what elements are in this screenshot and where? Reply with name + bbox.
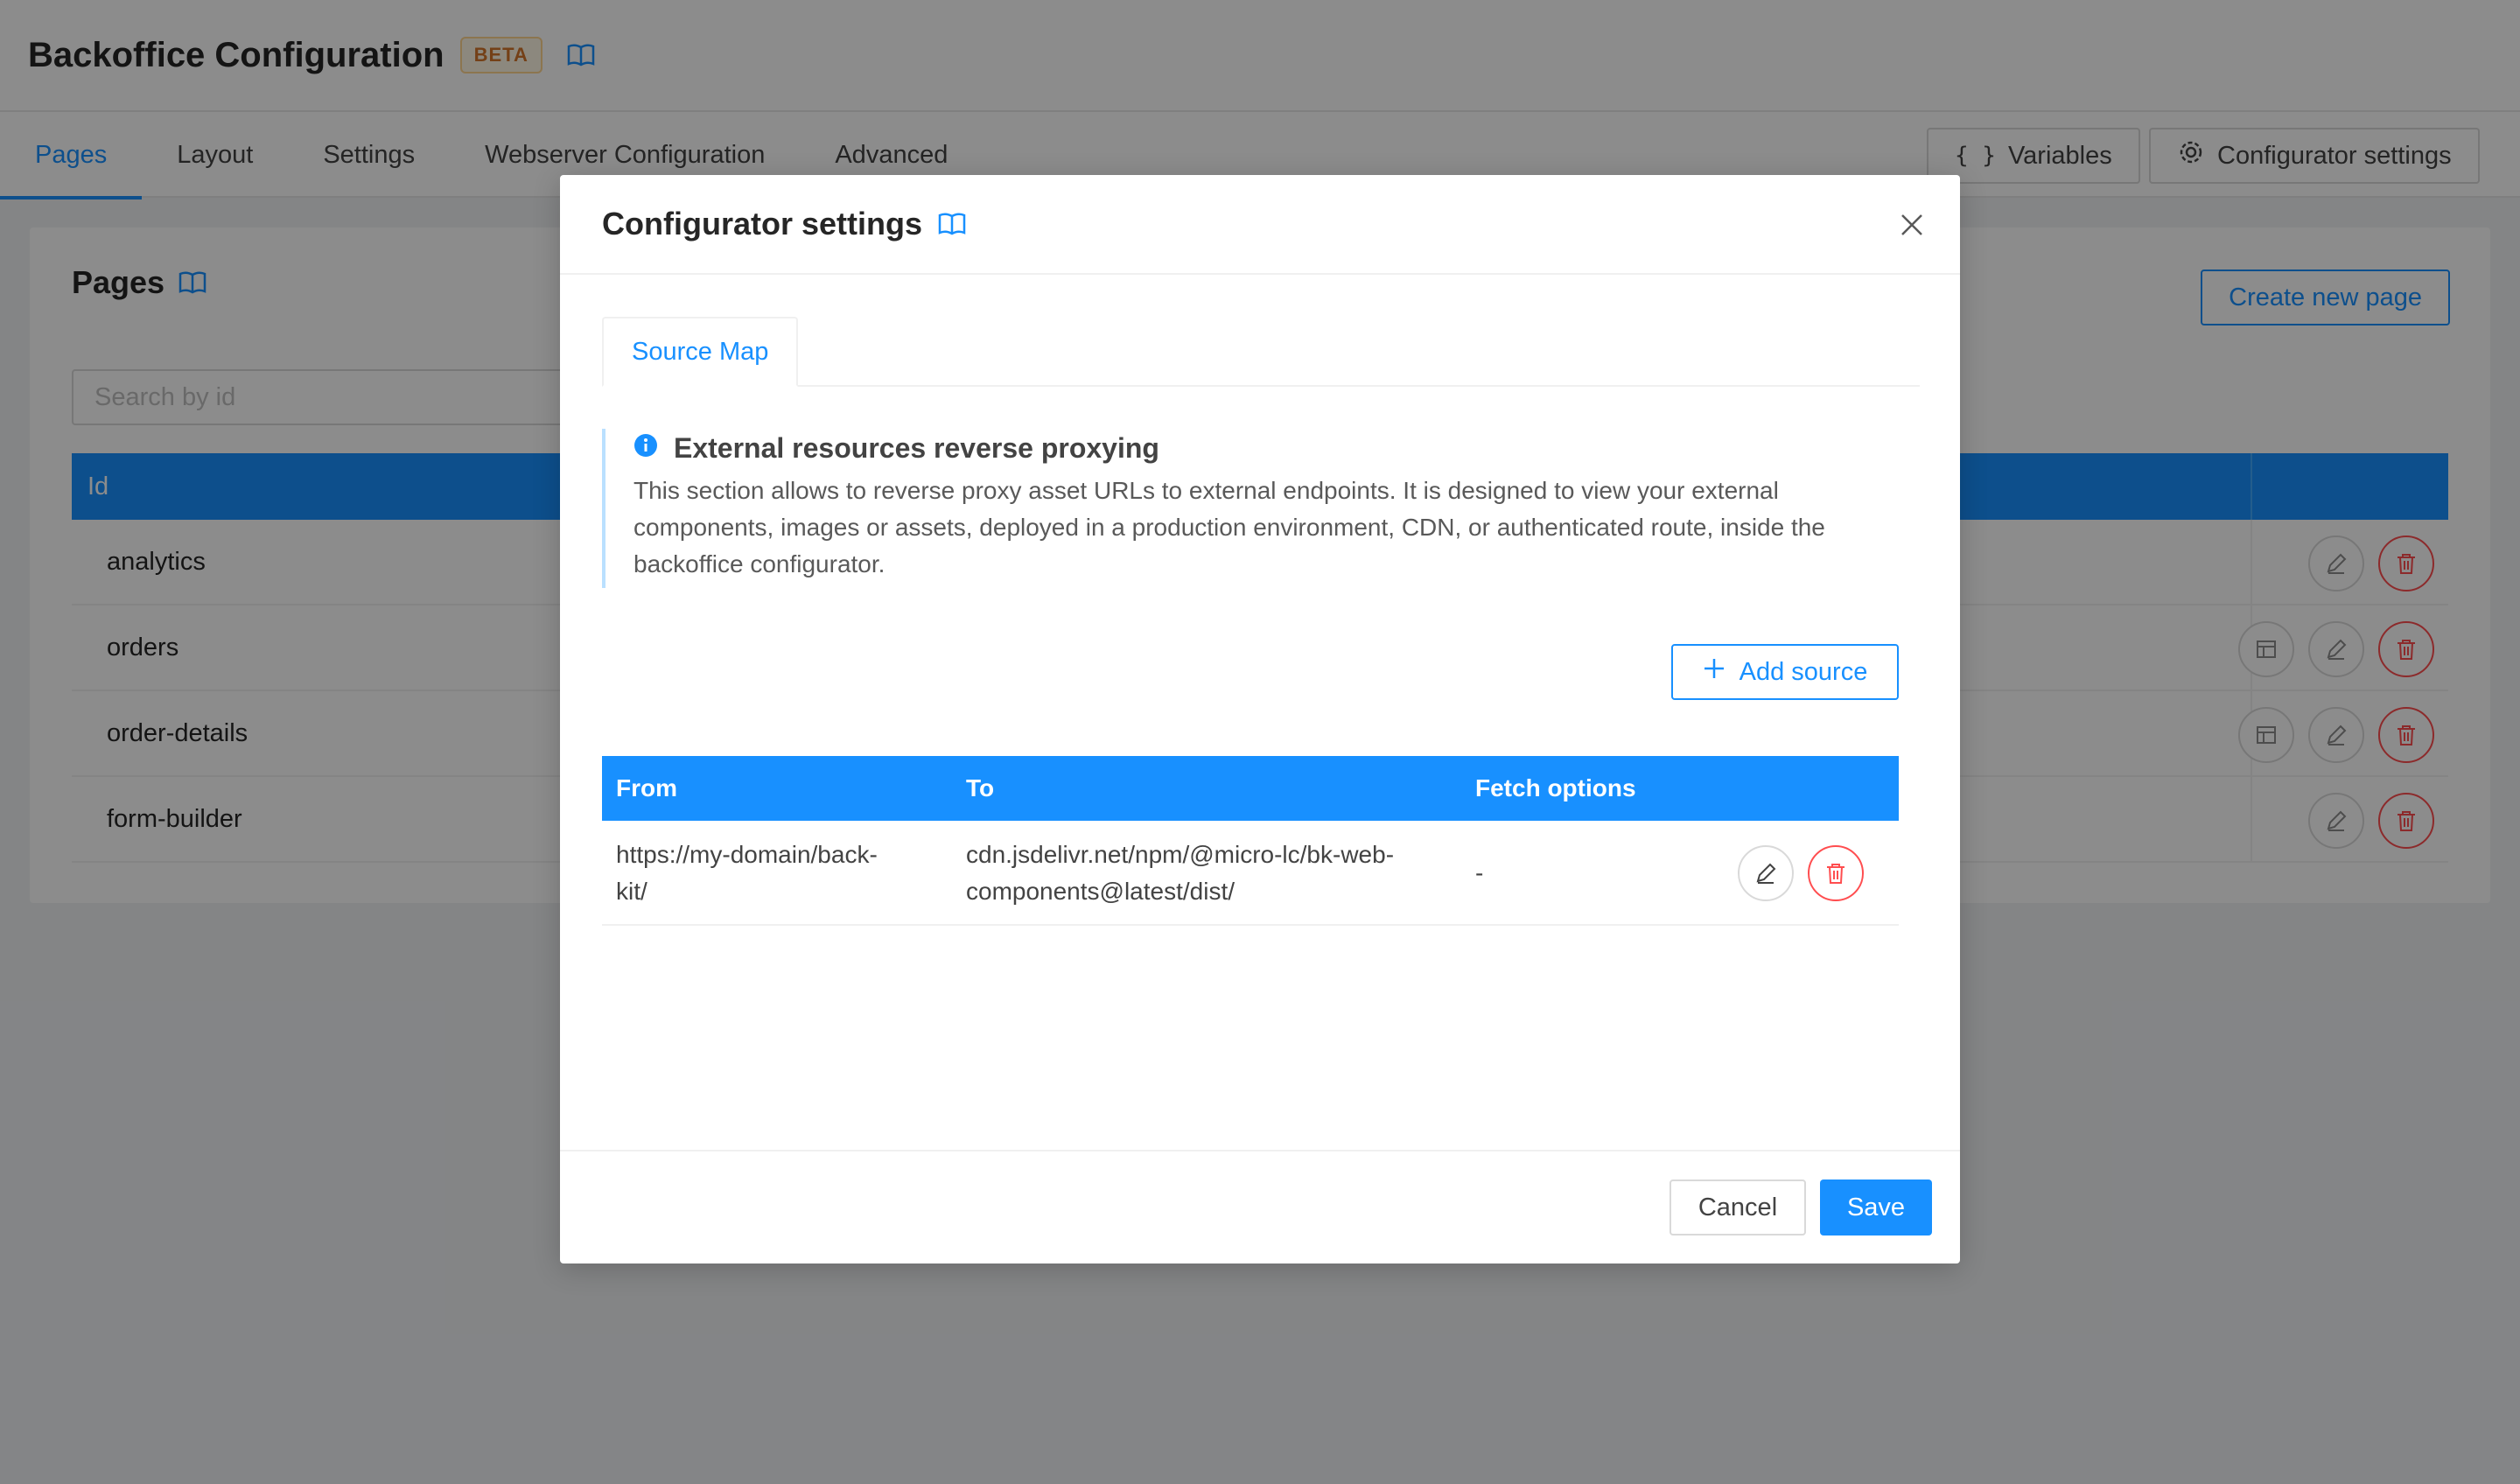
add-source-label: Add source	[1739, 657, 1868, 686]
plus-icon	[1703, 657, 1726, 687]
info-alert: External resources reverse proxying This…	[602, 429, 1897, 588]
add-source-button[interactable]: Add source	[1671, 644, 1899, 700]
alert-description: This section allows to reverse proxy ass…	[634, 477, 1825, 578]
book-icon[interactable]	[938, 212, 966, 236]
tab-source-map[interactable]: Source Map	[602, 317, 799, 387]
column-header-fetch-options: Fetch options	[1475, 774, 1636, 802]
configurator-settings-modal: Configurator settings Source Map Externa…	[560, 175, 1960, 1264]
alert-title: External resources reverse proxying	[674, 431, 1159, 464]
save-button[interactable]: Save	[1820, 1180, 1932, 1236]
column-header-to: To	[966, 774, 995, 802]
modal-tabs: Source Map	[602, 317, 1920, 387]
source-map-table-header: From To Fetch options	[602, 756, 1899, 821]
info-icon	[634, 432, 658, 465]
table-row: https://my-domain/back- kit/ cdn.jsdeliv…	[602, 821, 1899, 926]
modal-title: Configurator settings	[602, 206, 922, 242]
cell-from: https://my-domain/back- kit/	[616, 836, 878, 910]
modal-footer: Cancel Save	[560, 1150, 1960, 1264]
cancel-button[interactable]: Cancel	[1670, 1180, 1806, 1236]
source-map-table: From To Fetch options https://my-domain/…	[602, 756, 1899, 926]
column-header-from: From	[616, 774, 677, 802]
cell-from-line-2: kit/	[616, 878, 648, 905]
close-icon[interactable]	[1895, 208, 1928, 242]
delete-source-button[interactable]	[1808, 845, 1864, 901]
edit-source-button[interactable]	[1738, 845, 1794, 901]
cell-to: cdn.jsdelivr.net/npm/@micro-lc/bk-web- c…	[966, 836, 1394, 910]
modal-header: Configurator settings	[560, 175, 1960, 275]
cell-from-line-1: https://my-domain/back-	[616, 841, 878, 868]
alert-title-row: External resources reverse proxying	[634, 429, 1897, 467]
cell-fetch-options: -	[1475, 859, 1484, 886]
cell-to-line-2: components@latest/dist/	[966, 878, 1236, 905]
cell-to-line-1: cdn.jsdelivr.net/npm/@micro-lc/bk-web-	[966, 841, 1395, 868]
